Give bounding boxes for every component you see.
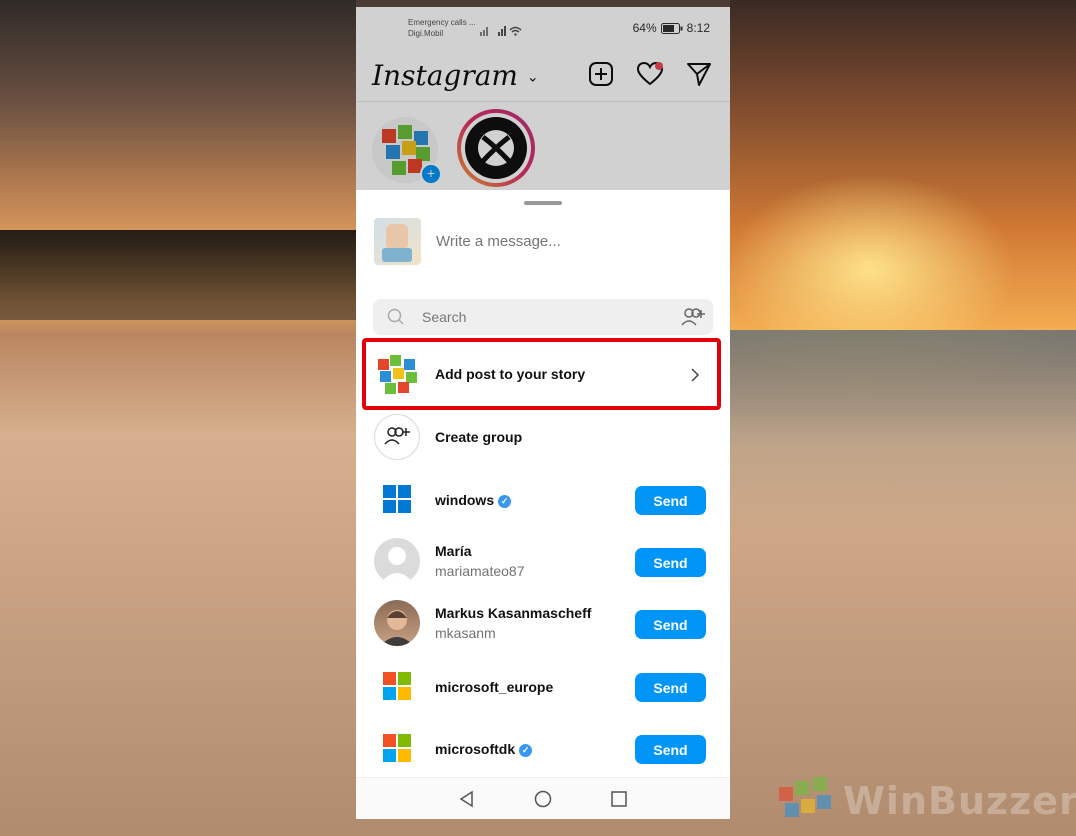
watermark-text: WinBuzzer	[843, 779, 1076, 823]
instagram-feed: Emergency calls ... Digi.Mobil 64% 8:12 …	[356, 7, 730, 190]
search-field[interactable]: Search	[373, 299, 713, 335]
recipient-username: mariamateo87	[435, 563, 525, 579]
verified-badge-icon: ✓	[498, 494, 512, 508]
create-group-icon	[384, 427, 410, 445]
winbuzzer-watermark: WinBuzzer	[775, 773, 1076, 829]
sheet-drag-handle[interactable]	[524, 201, 562, 205]
red-highlight-box	[362, 338, 721, 410]
background-sunset	[730, 0, 1076, 330]
phone-screen: Emergency calls ... Digi.Mobil 64% 8:12 …	[356, 7, 730, 819]
background-sea	[730, 330, 1076, 530]
android-nav-bar	[356, 777, 730, 819]
recipient-name: María	[435, 543, 472, 559]
recents-icon[interactable]	[610, 790, 628, 808]
recipient-name-text: microsoftdk	[435, 741, 516, 757]
post-thumbnail	[374, 217, 421, 265]
add-people-icon[interactable]	[681, 305, 707, 329]
recipient-name-text: windows	[435, 492, 495, 508]
microsoft-logo-icon	[382, 733, 412, 763]
microsoft-logo-icon	[382, 671, 412, 701]
send-button[interactable]: Send	[635, 673, 706, 702]
message-row	[374, 217, 714, 265]
default-avatar-icon	[374, 538, 420, 584]
recipient-name: microsoftdk ✓	[435, 741, 533, 757]
person-photo-icon	[380, 610, 414, 646]
recipient-name: Markus Kasanmascheff	[435, 605, 592, 621]
avatar	[374, 600, 420, 646]
message-input[interactable]	[434, 231, 698, 251]
recipient-row[interactable]: microsoftdk ✓ Send	[356, 717, 730, 779]
send-button[interactable]: Send	[635, 486, 706, 515]
recipient-row[interactable]: microsoft_europe Send	[356, 655, 730, 717]
recipient-row[interactable]: Markus Kasanmascheff mkasanm Send	[356, 592, 730, 654]
recipient-name: microsoft_europe	[435, 679, 554, 695]
search-icon	[387, 308, 404, 325]
send-button[interactable]: Send	[635, 548, 706, 577]
winbuzzer-logo-icon	[779, 777, 831, 817]
home-icon[interactable]	[534, 790, 552, 808]
modal-dim-overlay	[356, 7, 730, 190]
background-sky-left	[0, 0, 356, 230]
send-button[interactable]: Send	[635, 735, 706, 764]
windows-logo-icon	[382, 484, 412, 514]
create-group-label: Create group	[435, 429, 523, 445]
recipient-username: mkasanm	[435, 625, 496, 641]
search-placeholder: Search	[422, 309, 467, 325]
back-icon[interactable]	[458, 790, 476, 808]
verified-badge-icon: ✓	[519, 743, 533, 757]
recipient-name: windows ✓	[435, 492, 512, 508]
recipient-row[interactable]: María mariamateo87 Send	[356, 530, 730, 592]
create-group-avatar	[374, 414, 420, 460]
background-palm-trees	[0, 230, 356, 320]
recipient-row[interactable]: windows ✓ Send	[356, 468, 730, 530]
share-sheet: Search Add post to your story Create gro…	[356, 190, 730, 819]
send-button[interactable]: Send	[635, 610, 706, 639]
create-group-row[interactable]: Create group	[356, 406, 730, 468]
